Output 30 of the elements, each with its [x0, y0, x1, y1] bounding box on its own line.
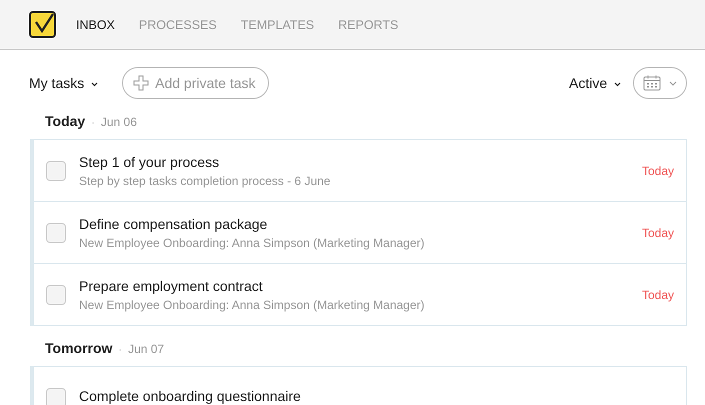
- task-checkbox[interactable]: [46, 160, 66, 180]
- task-subtitle: Step by step tasks completion process - 6 June: [79, 174, 332, 188]
- plus-icon: [133, 75, 150, 91]
- task-title[interactable]: Step 1 of your process: [79, 154, 642, 170]
- task-title[interactable]: Prepare employment contract: [79, 278, 642, 294]
- task-title[interactable]: Complete onboarding questionnaire: [79, 388, 674, 404]
- group-date: Jun 06: [100, 115, 137, 129]
- date-filter-button[interactable]: [633, 67, 687, 99]
- logo-icon[interactable]: [29, 11, 56, 38]
- separator-dot: ·: [91, 117, 95, 129]
- task-due-date: Today: [642, 164, 674, 178]
- task-due-date: Today: [642, 226, 674, 240]
- group-date: Jun 07: [128, 342, 164, 356]
- task-due-date: Today: [642, 288, 674, 302]
- calendar-icon: [643, 75, 661, 91]
- chevron-down-icon: [669, 80, 677, 86]
- task-title[interactable]: Define compensation package: [79, 216, 642, 232]
- chevron-down-icon: [91, 82, 98, 87]
- chevron-down-icon: [614, 82, 621, 87]
- group-title: Today: [45, 113, 86, 129]
- task-checkbox[interactable]: [46, 222, 66, 242]
- nav-tab[interactable]: INBOX: [64, 18, 127, 32]
- separator-dot: ·: [118, 344, 122, 356]
- group-title: Tomorrow: [45, 340, 112, 356]
- task-checkbox[interactable]: [46, 284, 66, 304]
- task-checkbox[interactable]: [46, 388, 66, 405]
- task-subtitle: New Employee Onboarding: Anna Simpson (Marketing Manager): [79, 236, 426, 250]
- status-filter-dropdown[interactable]: Active: [568, 75, 621, 91]
- task-subtitle: New Employee Onboarding: Anna Simpson (Marketing Manager): [79, 298, 426, 312]
- tasks-filter-dropdown[interactable]: My tasks: [29, 75, 98, 91]
